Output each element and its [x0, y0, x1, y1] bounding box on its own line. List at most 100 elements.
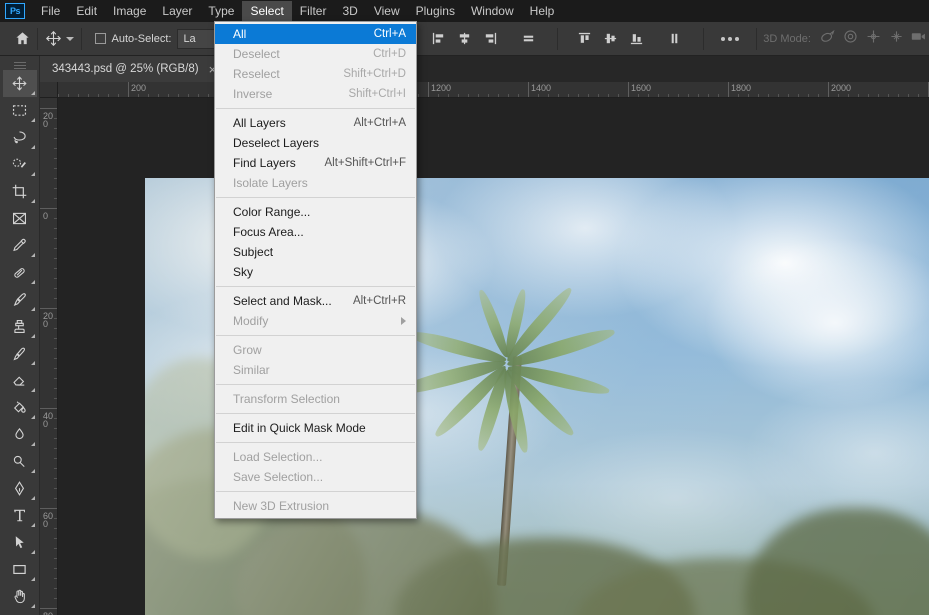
hand-tool-icon[interactable] — [3, 583, 37, 610]
menu-bar-item-view[interactable]: View — [366, 1, 408, 22]
align-right-edges-icon[interactable] — [477, 27, 503, 51]
menu-bar-item-plugins[interactable]: Plugins — [408, 1, 463, 22]
align-vertical-centers-icon[interactable] — [597, 27, 623, 51]
menu-item-deselect-layers[interactable]: Deselect Layers — [215, 133, 416, 153]
brush-tool-icon[interactable] — [3, 286, 37, 313]
align-left-edges-icon[interactable] — [425, 27, 451, 51]
vertical-ruler[interactable]: 200 0 200 400 600 800 — [40, 98, 58, 615]
menu-separator — [216, 384, 415, 385]
menu-separator — [216, 491, 415, 492]
ruler-label: 600 — [43, 511, 54, 529]
home-icon[interactable] — [14, 26, 30, 52]
menu-item-shortcut: Alt+Ctrl+R — [352, 295, 406, 307]
menu-item-color-range[interactable]: Color Range... — [215, 202, 416, 222]
menu-item-sky[interactable]: Sky — [215, 262, 416, 282]
move-tool-icon[interactable] — [2, 70, 37, 97]
align-top-edges-icon[interactable] — [571, 27, 597, 51]
tool-flyout-indicator — [30, 546, 35, 554]
ruler-minor-tick — [54, 178, 57, 179]
zoom-tool-icon[interactable] — [3, 610, 37, 615]
ruler-minor-tick — [54, 428, 57, 429]
pen-tool-icon[interactable] — [3, 475, 37, 502]
ruler-minor-tick — [54, 238, 57, 239]
ruler-minor-tick — [54, 368, 57, 369]
menu-item-focus-area[interactable]: Focus Area... — [215, 222, 416, 242]
canvas-area[interactable] — [58, 98, 929, 615]
document-tab-title: 343443.psd @ 25% (RGB/8) — [52, 63, 199, 75]
lasso-tool-icon[interactable] — [3, 124, 37, 151]
submenu-arrow-icon — [401, 317, 406, 325]
distribute-horizontally-icon[interactable] — [515, 27, 541, 51]
options-separator-5 — [755, 27, 757, 50]
horizontal-ruler[interactable]: 0200020012001400160018002000220024002600… — [40, 82, 929, 98]
menu-item-all-layers[interactable]: All Layers Alt+Ctrl+A — [215, 113, 416, 133]
crop-tool-icon[interactable] — [3, 178, 37, 205]
menu-item-new-3d-extrusion: New 3D Extrusion — [215, 496, 416, 516]
move-tool-icon[interactable] — [45, 26, 62, 52]
drag-handle-icon[interactable] — [0, 60, 39, 70]
object-selection-tool-icon[interactable] — [3, 151, 37, 178]
tool-flyout-indicator — [30, 411, 35, 419]
menu-item-subject[interactable]: Subject — [215, 242, 416, 262]
menu-item-select-and-mask[interactable]: Select and Mask... Alt+Ctrl+R — [215, 291, 416, 311]
menu-bar-item-file[interactable]: File — [33, 1, 68, 22]
menu-item-all[interactable]: All Ctrl+A — [215, 24, 416, 44]
select-menu-dropdown[interactable]: All Ctrl+A Deselect Ctrl+D Reselect Shift+Ctr… — [214, 21, 417, 519]
menu-item-transform-selection: Transform Selection — [215, 389, 416, 409]
distribute-vertically-icon[interactable] — [661, 27, 687, 51]
ruler-minor-tick — [88, 94, 89, 97]
menu-bar: Ps File Edit Image Layer Type Select Filter 3D V… — [0, 0, 929, 22]
tool-preset-chevron-down-icon[interactable] — [65, 36, 74, 41]
menu-item-label: Edit in Quick Mask Mode — [233, 421, 366, 435]
ruler-tick — [40, 308, 57, 309]
menu-bar-item-3d[interactable]: 3D — [334, 1, 365, 22]
menu-bar-item-window[interactable]: Window — [463, 1, 522, 22]
tool-flyout-indicator — [30, 195, 35, 203]
ruler-minor-tick — [54, 498, 57, 499]
rectangle-tool-icon[interactable] — [3, 556, 37, 583]
tool-flyout-indicator — [30, 141, 35, 149]
menu-bar-item-type[interactable]: Type — [200, 1, 242, 22]
ruler-minor-tick — [58, 94, 59, 97]
ruler-minor-tick — [54, 328, 57, 329]
ruler-minor-tick — [54, 138, 57, 139]
align-bottom-edges-icon[interactable] — [623, 27, 649, 51]
menu-item-label: Color Range... — [233, 205, 311, 219]
dodge-tool-icon[interactable] — [3, 448, 37, 475]
ruler-minor-tick — [898, 94, 899, 97]
menu-bar-item-image[interactable]: Image — [105, 1, 154, 22]
menu-bar-item-layer[interactable]: Layer — [154, 1, 200, 22]
menu-bar-item-edit[interactable]: Edit — [68, 1, 105, 22]
ruler-minor-tick — [54, 358, 57, 359]
menu-bar-item-select[interactable]: Select — [242, 0, 292, 22]
blur-tool-icon[interactable] — [3, 421, 37, 448]
eyedropper-tool-icon[interactable] — [3, 232, 37, 259]
ruler-label: 1600 — [631, 83, 652, 93]
document-tab[interactable]: 343443.psd @ 25% (RGB/8) × — [40, 56, 228, 82]
menu-bar-item-filter[interactable]: Filter — [292, 1, 335, 22]
ruler-minor-tick — [54, 578, 57, 579]
menu-item-edit-in-quick-mask-mode[interactable]: Edit in Quick Mask Mode — [215, 418, 416, 438]
menu-item-find-layers[interactable]: Find Layers Alt+Shift+Ctrl+F — [215, 153, 416, 173]
auto-select-control[interactable]: Auto-Select: — [94, 33, 171, 45]
tool-flyout-indicator — [30, 573, 35, 581]
ruler-minor-tick — [54, 158, 57, 159]
tool-flyout-indicator — [30, 384, 35, 392]
auto-select-checkbox[interactable] — [94, 33, 106, 44]
ruler-minor-tick — [538, 94, 539, 97]
spot-healing-brush-tool-icon[interactable] — [3, 259, 37, 286]
frame-tool-icon[interactable] — [3, 205, 37, 232]
type-tool-icon[interactable] — [3, 502, 37, 529]
rectangular-marquee-tool-icon[interactable] — [3, 97, 37, 124]
ruler-minor-tick — [758, 94, 759, 97]
path-selection-tool-icon[interactable] — [3, 529, 37, 556]
eraser-tool-icon[interactable] — [3, 367, 37, 394]
menu-bar-item-help[interactable]: Help — [522, 1, 563, 22]
align-horizontal-centers-icon[interactable] — [451, 27, 477, 51]
menu-separator — [216, 413, 415, 414]
clone-stamp-tool-icon[interactable] — [3, 313, 37, 340]
gradient-tool-icon[interactable] — [3, 394, 37, 421]
history-brush-tool-icon[interactable] — [3, 340, 37, 367]
more-options-icon[interactable] — [711, 36, 749, 41]
distribute-buttons-group — [571, 27, 687, 51]
